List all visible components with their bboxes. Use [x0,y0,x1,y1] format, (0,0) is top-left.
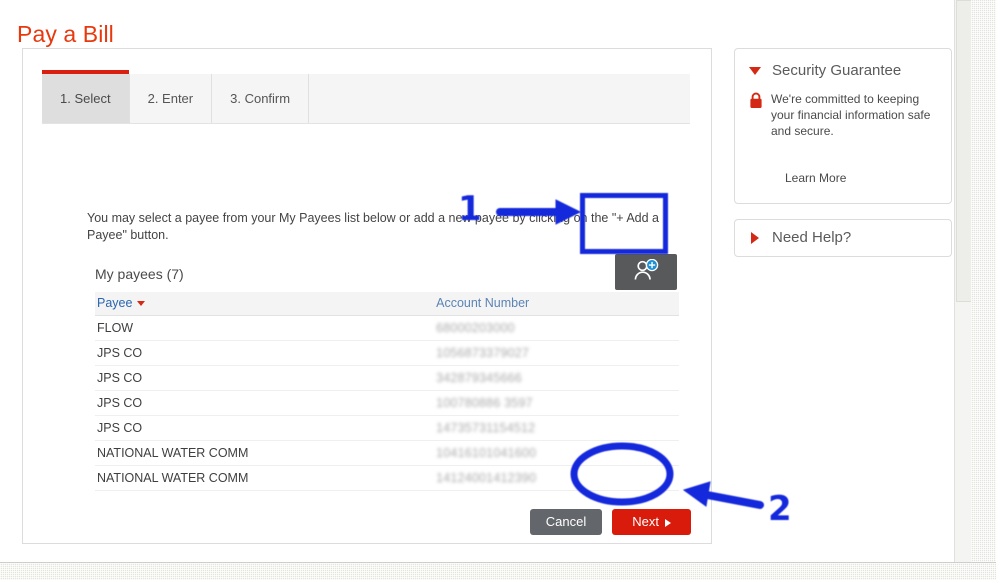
cell-spacer [586,415,679,441]
need-help-header[interactable]: Need Help? [735,220,951,246]
cell-payee: JPS CO [95,390,435,416]
need-help-title: Need Help? [772,229,852,246]
payees-heading: My payees (7) [95,266,184,282]
column-header-spacer [586,292,679,316]
cell-spacer [586,390,679,416]
need-help-card[interactable]: Need Help? [734,219,952,257]
cell-payee: JPS CO [95,415,435,441]
cell-account-number: 14735731154512 [434,415,587,441]
cancel-button-label: Cancel [545,514,587,529]
desktop-background-right [971,0,996,580]
payees-table-head: Payee Account Number [95,292,679,316]
table-row[interactable]: JPS CO 342879345666 [95,365,679,391]
sort-descending-icon [137,301,146,307]
table-header-row: Payee Account Number [95,292,679,316]
cell-account-number: 342879345666 [434,365,587,391]
tab-confirm-label: 3. Confirm [230,91,291,106]
lock-icon [749,92,763,139]
cell-account-number: 14124001412390 [434,465,587,491]
cell-payee: NATIONAL WATER COMM [95,440,435,466]
column-header-account-number[interactable]: Account Number [434,292,587,316]
tab-enter-label: 2. Enter [147,91,194,106]
page-title: Pay a Bill [17,21,114,48]
security-guarantee-card: Security Guarantee We're committed to ke… [734,48,952,204]
cell-spacer [586,365,679,391]
screenshot-viewport: Pay a Bill 1. Select 2. Enter 3. Confirm… [0,0,996,580]
tabstrip-filler [309,74,690,123]
cell-payee: NATIONAL WATER COMM [95,465,435,491]
table-row[interactable]: JPS CO 1056873379027 [95,340,679,366]
tab-select[interactable]: 1. Select [42,70,130,123]
table-row[interactable]: JPS CO 100780886 3597 [95,390,679,416]
page-body: Pay a Bill 1. Select 2. Enter 3. Confirm… [0,0,955,563]
cell-account-number: 68000203000 [434,315,587,341]
tab-confirm[interactable]: 3. Confirm [212,74,310,123]
step-tabstrip: 1. Select 2. Enter 3. Confirm [42,70,690,124]
table-row[interactable]: NATIONAL WATER COMM 10416101041600 [95,440,679,466]
vertical-scrollbar[interactable] [954,0,972,563]
column-header-account-number-label: Account Number [436,296,530,310]
tab-enter[interactable]: 2. Enter [129,74,213,123]
cell-spacer [586,440,679,466]
cell-payee: JPS CO [95,365,435,391]
cancel-button[interactable]: Cancel [529,509,603,535]
cell-spacer [586,340,679,366]
table-row[interactable]: FLOW 68000203000 [95,315,679,341]
learn-more-link[interactable]: Learn More [785,171,846,185]
instructions-text: You may select a payee from your My Paye… [87,210,660,242]
column-header-payee-label: Payee [97,296,133,310]
form-actions: Cancel Next [23,509,691,535]
cell-account-number: 1056873379027 [434,340,587,366]
security-guarantee-header[interactable]: Security Guarantee [735,49,951,79]
table-row[interactable]: JPS CO 14735731154512 [95,415,679,441]
chevron-down-icon [749,66,761,75]
cell-spacer [586,465,679,491]
cell-account-number: 100780886 3597 [434,390,587,416]
payees-table: Payee Account Number FLOW 68000203000 JP… [95,292,679,491]
security-guarantee-body: We're committed to keeping your financia… [735,79,951,139]
add-person-icon [633,258,659,286]
desktop-background-bottom [0,562,996,580]
add-payee-button[interactable] [615,254,677,290]
cell-payee: FLOW [95,315,435,341]
chevron-right-icon [751,231,759,244]
tab-select-label: 1. Select [60,91,111,106]
cell-spacer [586,315,679,341]
next-button[interactable]: Next [612,509,691,535]
cell-payee: JPS CO [95,340,435,366]
main-content-card: 1. Select 2. Enter 3. Confirm You may se… [22,48,712,544]
next-button-label: Next [632,514,659,529]
security-guarantee-text: We're committed to keeping your financia… [771,92,931,138]
security-guarantee-title: Security Guarantee [772,62,902,79]
table-row[interactable]: NATIONAL WATER COMM 14124001412390 [95,465,679,491]
vertical-scrollbar-thumb[interactable] [956,0,972,302]
cell-account-number: 10416101041600 [434,440,587,466]
chevron-right-icon [665,518,671,527]
payees-table-body: FLOW 68000203000 JPS CO 1056873379027 JP… [95,315,679,491]
column-header-payee[interactable]: Payee [95,292,435,316]
